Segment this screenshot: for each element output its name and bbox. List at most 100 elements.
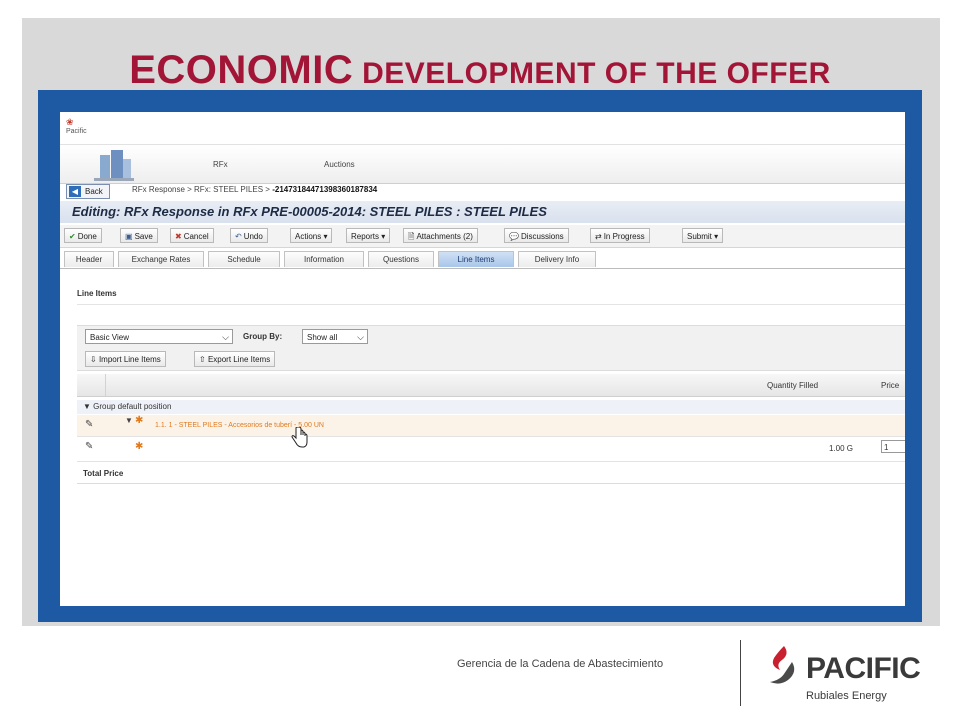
- total-price-row: Total Price: [77, 463, 905, 484]
- total-price-label: Total Price: [83, 469, 124, 478]
- price-input[interactable]: 1: [881, 440, 905, 453]
- footer-caption: Gerencia de la Cadena de Abastecimiento: [457, 658, 664, 670]
- quantity-filled-value: 1.00 G: [829, 444, 854, 453]
- import-export-bar: ⇩ Import Line Items ⇧ Export Line Items: [77, 349, 905, 371]
- slide-title-rest: DEVELOPMENT OF THE OFFER: [362, 57, 831, 90]
- in-progress-button[interactable]: ⇄ In Progress: [590, 228, 650, 243]
- undo-icon: ↶: [235, 232, 242, 241]
- embedded-app-screenshot: ❀ Pacific RFx Auctions ◀ Back RFx Respon…: [60, 112, 905, 606]
- nav-tab-auctions[interactable]: Auctions: [324, 160, 355, 169]
- chevron-down-icon: ⌵: [222, 332, 229, 342]
- group-row[interactable]: ▼ Group default position: [77, 400, 905, 414]
- discussion-icon: 💬: [509, 232, 519, 241]
- undo-button[interactable]: ↶ Undo: [230, 228, 268, 243]
- required-asterisk-icon: ✱: [135, 415, 144, 426]
- save-label: Save: [134, 232, 153, 241]
- view-select[interactable]: Basic View ⌵: [85, 329, 233, 344]
- actions-label: Actions: [295, 232, 322, 241]
- cancel-button[interactable]: ✖ Cancel: [170, 228, 214, 243]
- export-line-items-button[interactable]: ⇧ Export Line Items: [194, 351, 276, 367]
- tab-line-items[interactable]: Line Items: [438, 251, 514, 267]
- progress-icon: ⇄: [595, 232, 602, 241]
- back-button-label: Back: [85, 187, 103, 196]
- reports-label: Reports: [351, 232, 380, 241]
- export-icon: ⇧: [199, 355, 206, 364]
- checkmark-icon: ✔: [69, 232, 76, 241]
- table-row[interactable]: ✎ ✱ 1.00 G 1: [77, 437, 905, 462]
- header-price[interactable]: Price: [881, 381, 899, 390]
- attachment-icon: 🗎: [408, 232, 415, 241]
- grid-select-column: [77, 374, 106, 396]
- back-button[interactable]: ◀ Back: [66, 184, 110, 199]
- reports-dropdown[interactable]: Reports ▾: [346, 228, 391, 243]
- import-label: Import Line Items: [98, 355, 161, 364]
- import-line-items-button[interactable]: ⇩ Import Line Items: [85, 351, 166, 367]
- tab-questions[interactable]: Questions: [368, 251, 434, 267]
- done-button[interactable]: ✔ Done: [64, 228, 102, 243]
- submit-label: Submit: [687, 232, 712, 241]
- attachments-label: Attachments (2): [416, 232, 473, 241]
- expand-triangle-icon[interactable]: ▼: [125, 416, 133, 425]
- nav-tab-rfx[interactable]: RFx: [213, 160, 228, 169]
- back-arrow-icon: ◀: [69, 186, 81, 197]
- hand-cursor-icon: [291, 427, 308, 448]
- dropdown-arrow-icon: ▾: [714, 232, 719, 241]
- tab-delivery-info[interactable]: Delivery Info: [518, 251, 596, 267]
- import-icon: ⇩: [90, 355, 97, 364]
- view-select-value: Basic View: [90, 333, 129, 342]
- section-divider: [77, 304, 905, 305]
- filter-bar: Basic View ⌵ Group By: Show all ⌵: [77, 325, 905, 350]
- page-title: Editing: RFx Response in RFx PRE-00005-2…: [60, 201, 905, 223]
- dropdown-arrow-icon: ▾: [381, 232, 386, 241]
- group-by-value: Show all: [307, 333, 338, 342]
- cancel-label: Cancel: [183, 232, 209, 241]
- tab-exchange-rates[interactable]: Exchange Rates: [118, 251, 204, 267]
- tab-bar: Header Exchange Rates Schedule Informati…: [60, 250, 905, 269]
- in-progress-label: In Progress: [603, 232, 645, 241]
- nav-band: RFx Auctions: [60, 145, 905, 184]
- save-icon: ▣: [125, 232, 133, 241]
- cancel-x-icon: ✖: [175, 232, 182, 241]
- edit-pencil-icon[interactable]: ✎: [85, 441, 93, 452]
- slide-title-first-word: ECONOMIC: [129, 48, 354, 92]
- toolbar: ✔ Done ▣ Save ✖ Cancel ↶ Undo Actions ▾ Repo…: [60, 225, 905, 248]
- export-label: Export Line Items: [207, 355, 271, 364]
- footer-divider: [740, 640, 741, 706]
- save-button[interactable]: ▣ Save: [120, 228, 158, 243]
- app-logo-icon: ❀: [66, 117, 74, 127]
- table-row[interactable]: ✎ ▼ ✱ 1.1. 1 - STEEL PILES - Accesorios …: [77, 415, 905, 437]
- dropdown-arrow-icon: ▾: [323, 232, 328, 241]
- group-by-select[interactable]: Show all ⌵: [302, 329, 368, 344]
- app-logo: ❀ Pacific: [66, 118, 87, 136]
- undo-label: Undo: [243, 232, 263, 241]
- attachments-button[interactable]: 🗎 Attachments (2): [403, 228, 478, 243]
- discussions-button[interactable]: 💬 Discussions: [504, 228, 569, 243]
- chevron-down-icon: ⌵: [357, 332, 364, 342]
- header-quantity-filled[interactable]: Quantity Filled: [767, 381, 818, 390]
- actions-dropdown[interactable]: Actions ▾: [290, 228, 333, 243]
- app-header: ❀ Pacific: [60, 112, 905, 145]
- slide-title: ECONOMIC DEVELOPMENT OF THE OFFER: [0, 48, 960, 93]
- group-label: Group default position: [93, 402, 172, 411]
- grid-header: Quantity Filled Price: [77, 374, 905, 397]
- edit-pencil-icon[interactable]: ✎: [85, 419, 93, 430]
- tab-header[interactable]: Header: [64, 251, 114, 267]
- discussions-label: Discussions: [520, 232, 564, 241]
- breadcrumb-path[interactable]: RFx Response > RFx: STEEL PILES >: [132, 185, 270, 194]
- logo-subtitle: Rubiales Energy: [806, 690, 887, 702]
- group-by-label: Group By:: [243, 332, 283, 341]
- collapse-triangle-icon[interactable]: ▼: [83, 402, 91, 411]
- app-logo-text: Pacific: [66, 128, 87, 135]
- submit-dropdown[interactable]: Submit ▾: [682, 228, 724, 243]
- logo-wordmark: PACIFIC: [806, 652, 921, 685]
- tab-schedule[interactable]: Schedule: [208, 251, 280, 267]
- pacific-flame-logo-icon: [770, 646, 795, 684]
- breadcrumb-current-id: -2147318447139836018783​4: [272, 185, 378, 194]
- tab-information[interactable]: Information: [284, 251, 364, 267]
- home-buildings-icon[interactable]: [94, 147, 134, 181]
- done-label: Done: [77, 232, 97, 241]
- section-title: Line Items: [77, 289, 117, 298]
- breadcrumb-trail: RFx Response > RFx: STEEL PILES > -21473…: [132, 185, 377, 194]
- required-asterisk-icon: ✱: [135, 441, 144, 452]
- breadcrumb: ◀ Back RFx Response > RFx: STEEL PILES >…: [60, 182, 905, 200]
